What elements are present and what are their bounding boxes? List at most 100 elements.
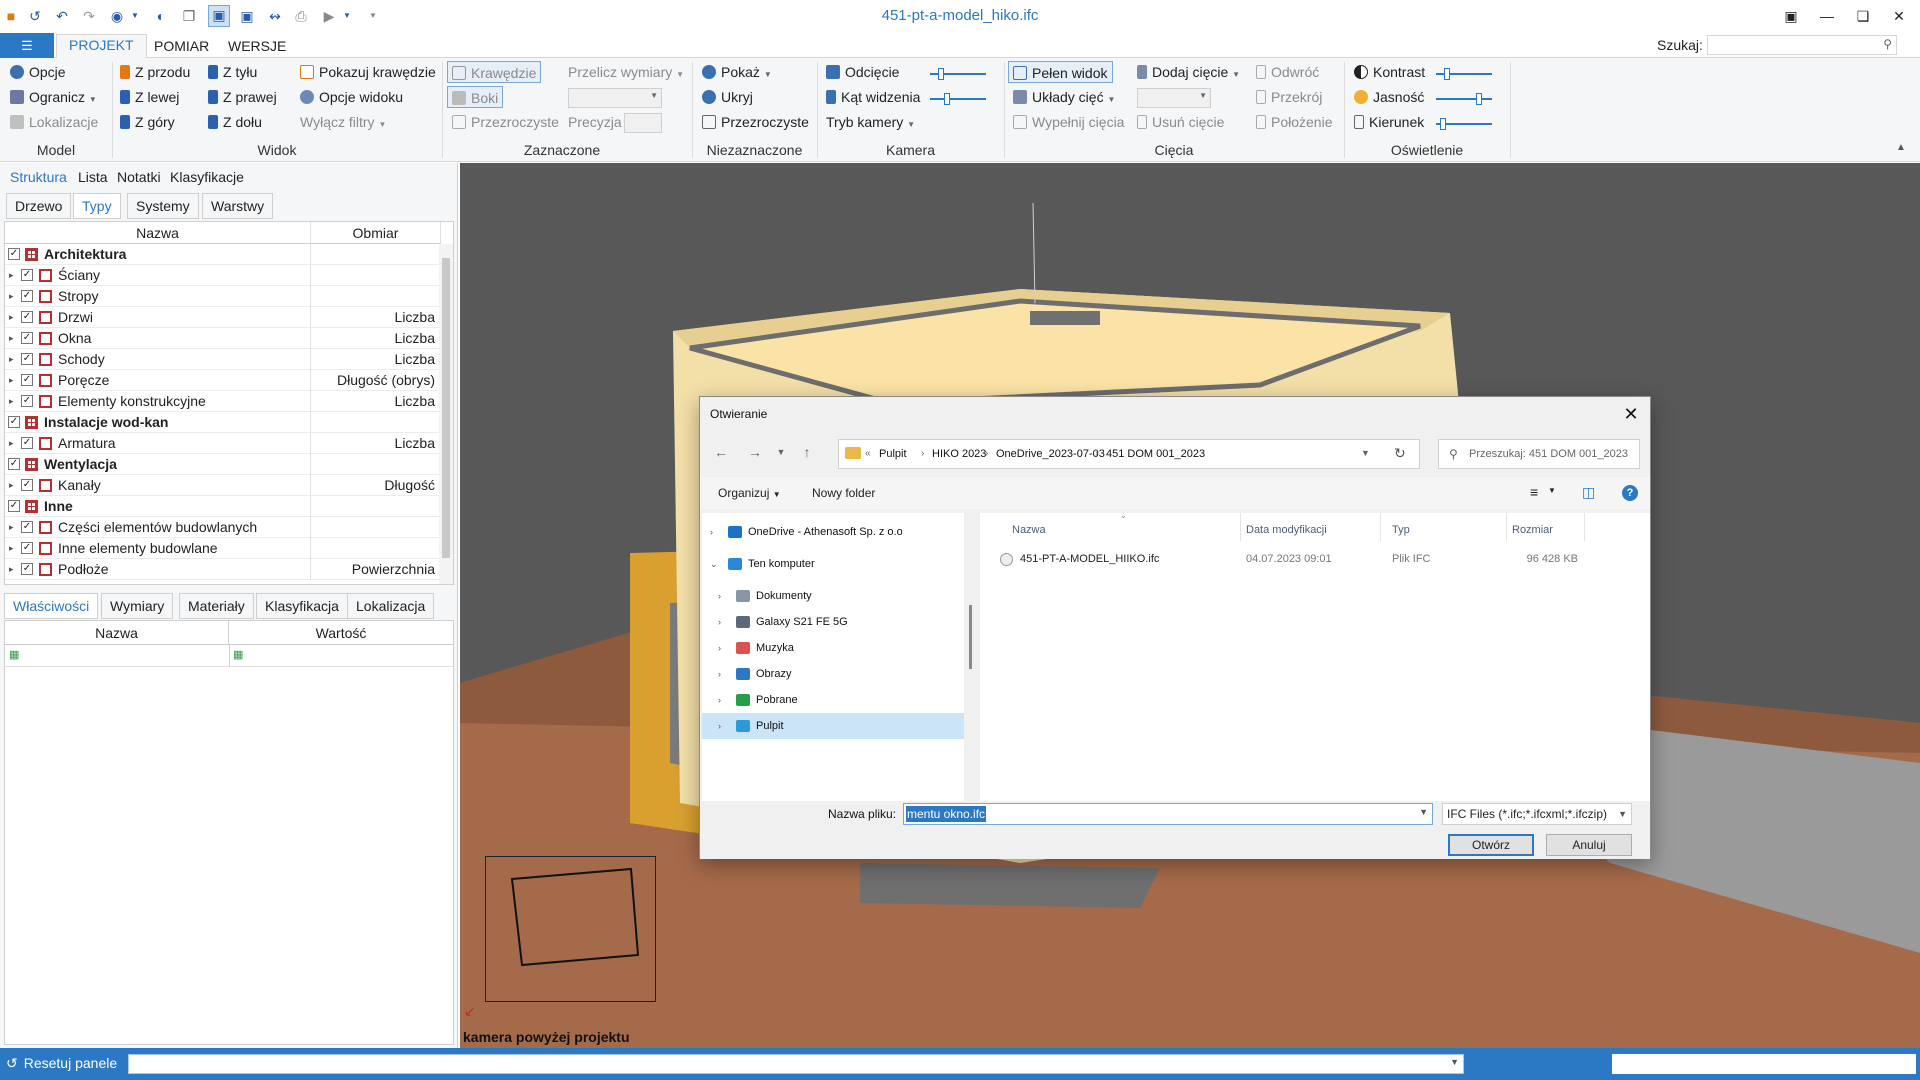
visibility-checkbox[interactable]: ✓: [21, 353, 33, 365]
expand-arrow-icon[interactable]: ▸: [9, 328, 14, 349]
tab-wersje[interactable]: WERSJE: [216, 36, 298, 58]
search-input[interactable]: ⚲: [1707, 35, 1897, 55]
fov-button[interactable]: Kąt widzenia: [826, 86, 920, 108]
dialog-close-button[interactable]: ✕: [1618, 401, 1644, 427]
tree-row[interactable]: ▸ ✓ Części elementów budowlanych: [5, 517, 441, 538]
visibility-checkbox[interactable]: ✓: [8, 458, 20, 470]
nav-scrollbar[interactable]: [964, 513, 978, 831]
direction-slider[interactable]: [1436, 118, 1492, 130]
reset-panels-button[interactable]: ↺ Resetuj panele: [6, 1055, 117, 1072]
tab-notatki[interactable]: Notatki: [113, 166, 165, 188]
expand-arrow-icon[interactable]: ▸: [9, 349, 14, 370]
forward-arrow-icon[interactable]: →: [744, 441, 766, 463]
section-combo[interactable]: ▼: [1137, 88, 1211, 108]
nav-item[interactable]: ⌄ Ten komputer: [702, 551, 964, 577]
tree-group-row[interactable]: ✓ Architektura: [5, 244, 441, 265]
nav-item[interactable]: › Obrazy: [702, 661, 964, 687]
breadcrumb-item[interactable]: OneDrive_2023-07-03: [996, 448, 1105, 460]
section-layouts-button[interactable]: Układy cięć ▼: [1013, 86, 1115, 108]
file-row[interactable]: 451-PT-A-MODEL_HIIKO.ifc 04.07.2023 09:0…: [992, 547, 1632, 571]
tab-klasyfikacja[interactable]: Klasyfikacja: [256, 593, 348, 619]
nav-chevron-icon[interactable]: ›: [718, 609, 721, 635]
show-edges-button[interactable]: Pokazuj krawędzie: [300, 61, 436, 83]
tree-row[interactable]: ▸ ✓ Stropy: [5, 286, 441, 307]
breadcrumb-item[interactable]: Pulpit: [879, 448, 907, 460]
visibility-checkbox[interactable]: ✓: [8, 500, 20, 512]
tree-row[interactable]: ▸ ✓ Podłoże Powierzchnia: [5, 559, 441, 580]
expand-arrow-icon[interactable]: ▸: [9, 265, 14, 286]
expand-arrow-icon[interactable]: ▸: [9, 433, 14, 454]
view-options-button[interactable]: Opcje widoku: [300, 86, 403, 108]
visibility-checkbox[interactable]: ✓: [21, 542, 33, 554]
column-header-modified[interactable]: Data modyfikacji: [1246, 524, 1327, 536]
filename-input[interactable]: mentu okno.ifc ▼: [903, 803, 1433, 825]
view-right-button[interactable]: Z prawej: [208, 86, 277, 108]
tree-row[interactable]: ▸ ✓ Poręcze Długość (obrys): [5, 370, 441, 391]
expand-arrow-icon[interactable]: ▸: [9, 559, 14, 580]
tree-row[interactable]: ▸ ✓ Elementy konstrukcyjne Liczba: [5, 391, 441, 412]
subtab-warstwy[interactable]: Warstwy: [202, 193, 274, 219]
show-unselected-button[interactable]: Pokaż ▼: [702, 61, 772, 83]
close-button[interactable]: ✕: [1884, 4, 1914, 28]
expand-arrow-icon[interactable]: ▸: [9, 307, 14, 328]
expand-arrow-icon[interactable]: ▸: [9, 538, 14, 559]
full-view-button[interactable]: Pełen widok: [1008, 61, 1113, 83]
nav-item[interactable]: › Muzyka: [702, 635, 964, 661]
selected-transparent-button[interactable]: Przezroczyste: [452, 111, 559, 133]
tree-row[interactable]: ▸ ✓ Kanały Długość: [5, 475, 441, 496]
filetype-select[interactable]: IFC Files (*.ifc;*.ifcxml;*.ifczip) ▼: [1442, 803, 1632, 825]
brightness-slider[interactable]: [1436, 93, 1492, 105]
disable-filters-button[interactable]: Wyłącz filtry ▼: [300, 111, 386, 133]
expand-arrow-icon[interactable]: ▸: [9, 517, 14, 538]
props-header-wartosc[interactable]: Wartość: [229, 621, 453, 645]
tree-row[interactable]: ▸ ✓ Drzwi Liczba: [5, 307, 441, 328]
breadcrumb-item[interactable]: 451 DOM 001_2023: [1106, 448, 1205, 460]
organize-menu[interactable]: Organizuj ▼: [718, 486, 781, 500]
nav-chevron-icon[interactable]: ⌄: [710, 551, 718, 577]
fov-slider[interactable]: [930, 93, 986, 105]
tab-wymiary[interactable]: Wymiary: [101, 593, 174, 619]
recalc-dimensions-button[interactable]: Przelicz wymiary ▼: [568, 61, 684, 83]
opcje-button[interactable]: Opcje: [10, 61, 66, 83]
selected-faces-button[interactable]: Boki: [447, 86, 504, 108]
camera-mode-button[interactable]: Tryb kamery ▼: [826, 111, 915, 133]
breadcrumb-chevron-icon[interactable]: ›: [1095, 448, 1098, 459]
tab-klasyfikacje[interactable]: Klasyfikacje: [166, 166, 248, 188]
visibility-checkbox[interactable]: ✓: [21, 290, 33, 302]
remove-section-button[interactable]: Usuń cięcie: [1137, 111, 1224, 133]
filename-dropdown-icon[interactable]: ▼: [1419, 807, 1428, 817]
minimap[interactable]: [485, 856, 656, 1002]
dialog-search-input[interactable]: ⚲ Przeszukaj: 451 DOM 001_2023: [1438, 439, 1640, 469]
filter-icon[interactable]: ▦: [233, 648, 243, 661]
filter-icon[interactable]: ▦: [9, 648, 19, 661]
visibility-checkbox[interactable]: ✓: [21, 563, 33, 575]
column-header-type[interactable]: Typ: [1392, 524, 1410, 536]
file-menu-button[interactable]: ☰: [0, 33, 54, 58]
breadcrumb-chevron-icon[interactable]: ›: [985, 448, 988, 459]
nav-chevron-icon[interactable]: ›: [718, 661, 721, 687]
tab-struktura[interactable]: Struktura: [6, 166, 71, 188]
nav-item[interactable]: › Dokumenty: [702, 583, 964, 609]
nav-chevron-icon[interactable]: ›: [710, 519, 713, 545]
expand-arrow-icon[interactable]: ▸: [9, 370, 14, 391]
nav-item[interactable]: › OneDrive - Athenasoft Sp. z o.o: [702, 519, 964, 545]
nav-item[interactable]: › Galaxy S21 FE 5G: [702, 609, 964, 635]
expand-arrow-icon[interactable]: ▸: [9, 391, 14, 412]
recent-dropdown-icon[interactable]: ▼: [770, 441, 792, 463]
tab-lokalizacja[interactable]: Lokalizacja: [347, 593, 435, 619]
tab-pomiar[interactable]: POMIAR: [142, 36, 221, 58]
tree-group-row[interactable]: ✓ Instalacje wod-kan: [5, 412, 441, 433]
visibility-checkbox[interactable]: ✓: [8, 416, 20, 428]
selected-edges-button[interactable]: Krawędzie: [447, 61, 542, 83]
visibility-checkbox[interactable]: ✓: [21, 395, 33, 407]
view-back-button[interactable]: Z tyłu: [208, 61, 257, 83]
clipping-slider[interactable]: [930, 68, 986, 80]
visibility-checkbox[interactable]: ✓: [8, 248, 20, 260]
visibility-checkbox[interactable]: ✓: [21, 311, 33, 323]
column-header-obmiar[interactable]: Obmiar: [311, 222, 441, 244]
up-arrow-icon[interactable]: ↑: [796, 441, 818, 463]
tree-group-row[interactable]: ✓ Wentylacja: [5, 454, 441, 475]
visibility-checkbox[interactable]: ✓: [21, 437, 33, 449]
overflow-chevron-icon[interactable]: «: [865, 448, 871, 459]
nav-chevron-icon[interactable]: ›: [718, 635, 721, 661]
